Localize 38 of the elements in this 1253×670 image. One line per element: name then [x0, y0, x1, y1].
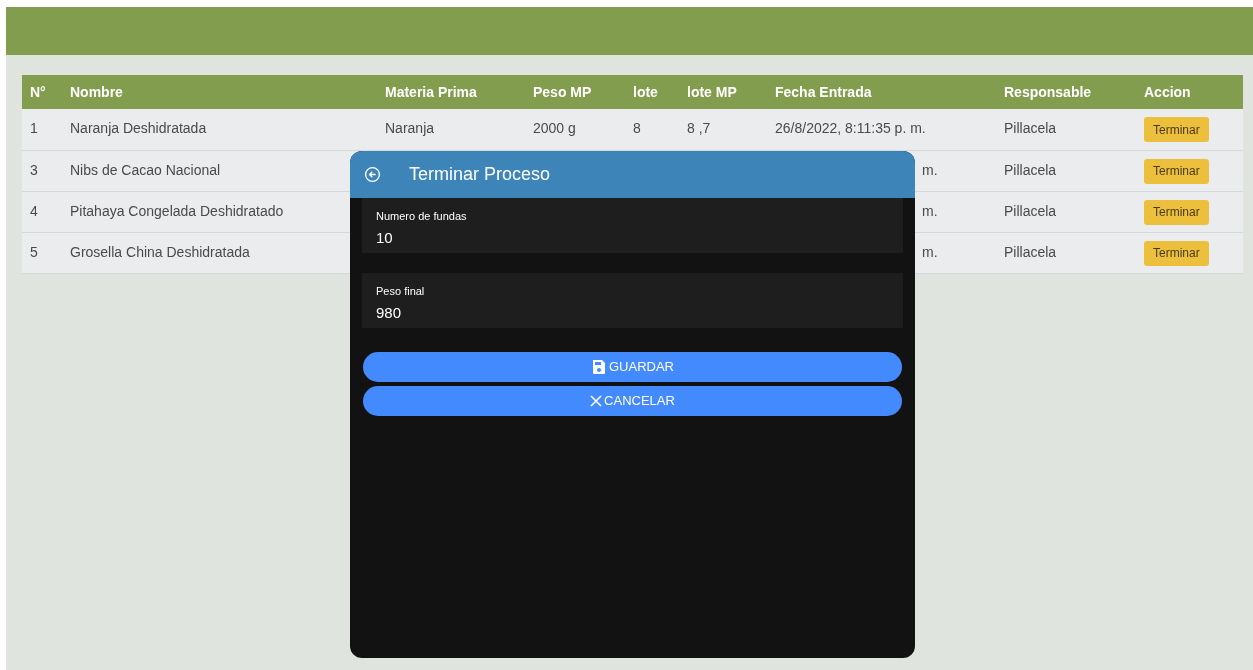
table-cell: 1	[30, 120, 38, 136]
column-header: Materia Prima	[377, 75, 525, 109]
terminar-button[interactable]: Terminar	[1144, 158, 1209, 184]
table-cell: 8 ,7	[687, 120, 711, 136]
table-cell-text: m.	[922, 160, 938, 180]
table-cell: Pillacela	[1004, 161, 1057, 178]
dialog-title: Terminar Proceso	[409, 163, 551, 186]
column-header: Responsable	[996, 75, 1136, 109]
column-header: lote	[625, 75, 679, 109]
table-cell: 5	[30, 243, 38, 260]
table-cell-text: m.	[922, 242, 938, 262]
table-cell: 4	[30, 202, 38, 219]
terminar-button[interactable]: Terminar	[1144, 199, 1209, 225]
column-header: lote MP	[679, 75, 767, 109]
column-header: Nombre	[62, 75, 377, 109]
input-field[interactable]: Peso final 980	[362, 273, 903, 328]
terminar-button[interactable]: Terminar	[1144, 240, 1209, 266]
table-cell: 2000 g	[533, 120, 576, 136]
table-cell: Pitahaya Congelada Deshidratado	[70, 202, 284, 219]
table-cell: Naranja	[385, 120, 435, 136]
table-cell: Nibs de Cacao Nacional	[70, 161, 221, 178]
table-cell: Naranja Deshidratada	[70, 120, 207, 136]
column-header: Accion	[1136, 75, 1243, 109]
table-cell-text: m.	[922, 201, 938, 221]
terminar-button[interactable]: Terminar	[1144, 117, 1209, 142]
table-cell: Grosella China Deshidratada	[70, 243, 250, 260]
table-cell: 3	[30, 161, 38, 178]
table-cell: 8	[633, 120, 641, 136]
table-cell: Pillacela	[1004, 202, 1057, 219]
table-cell: 26/8/2022, 8:11:35 p. m.	[775, 120, 926, 136]
column-header: Peso MP	[525, 75, 625, 109]
close-icon	[590, 395, 603, 407]
table-cell: Pillacela	[1004, 243, 1057, 260]
column-header: N°	[22, 75, 62, 109]
back-icon[interactable]	[364, 166, 381, 183]
table-cell: Pillacela	[1004, 120, 1057, 136]
column-header: Fecha Entrada	[767, 75, 996, 109]
input-field[interactable]: Numero de fundas 10	[362, 198, 903, 253]
